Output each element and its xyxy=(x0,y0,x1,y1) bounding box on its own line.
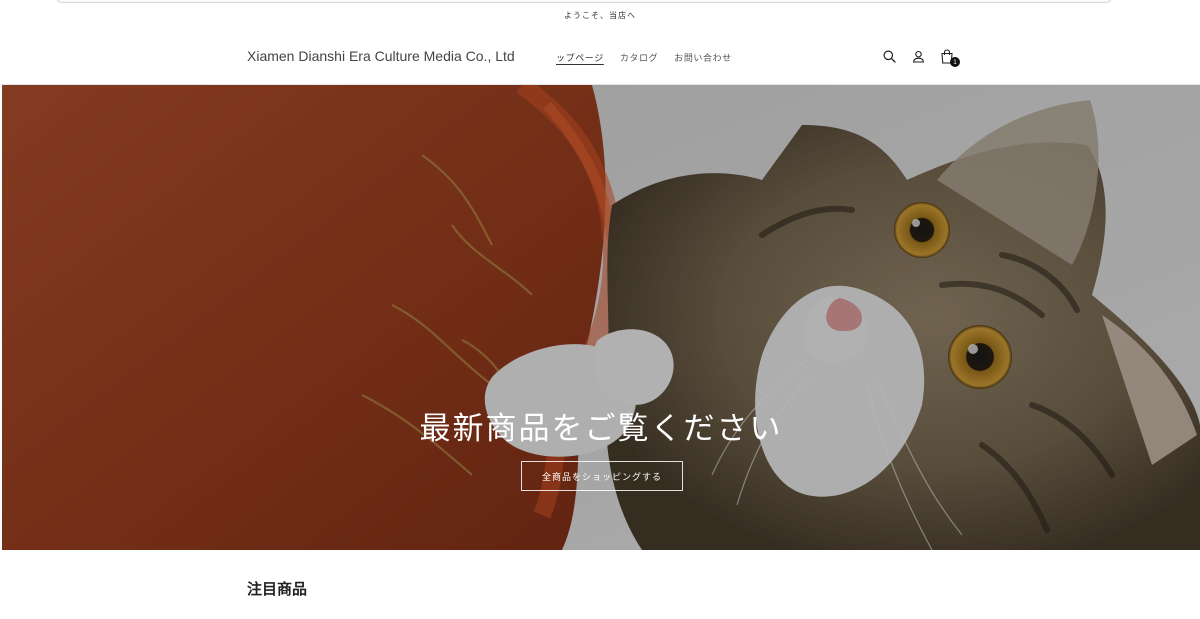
hero-banner: 最新商品をご覧ください 全商品をショッピングする xyxy=(2,85,1200,550)
brand-logo-link[interactable]: Xiamen Dianshi Era Culture Media Co., Lt… xyxy=(247,48,515,64)
main-nav: ップページ カタログ お問い合わせ xyxy=(556,51,732,64)
shop-all-button[interactable]: 全商品をショッピングする xyxy=(521,461,683,491)
header-icons: 1 xyxy=(881,47,960,67)
cart-button[interactable]: 1 xyxy=(939,47,960,67)
announcement-text: ようこそ、当店へ xyxy=(564,10,636,20)
user-icon xyxy=(912,50,924,63)
nav-item-home[interactable]: ップページ xyxy=(556,51,604,64)
hero-title: 最新商品をご覧ください xyxy=(419,411,783,447)
page: ようこそ、当店へ Xiamen Dianshi Era Culture Medi… xyxy=(0,0,1200,619)
account-button[interactable] xyxy=(910,47,926,65)
announcement-bar: ようこそ、当店へ xyxy=(0,0,1200,31)
site-header: Xiamen Dianshi Era Culture Media Co., Lt… xyxy=(0,30,1200,85)
nav-item-contact[interactable]: お問い合わせ xyxy=(674,51,732,64)
cart-count-badge: 1 xyxy=(950,57,960,67)
featured-title: 注目商品 xyxy=(247,580,308,598)
nav-item-catalog[interactable]: カタログ xyxy=(620,51,658,64)
search-icon xyxy=(883,50,896,63)
search-button[interactable] xyxy=(881,47,897,65)
featured-section: 注目商品 xyxy=(0,550,1200,619)
